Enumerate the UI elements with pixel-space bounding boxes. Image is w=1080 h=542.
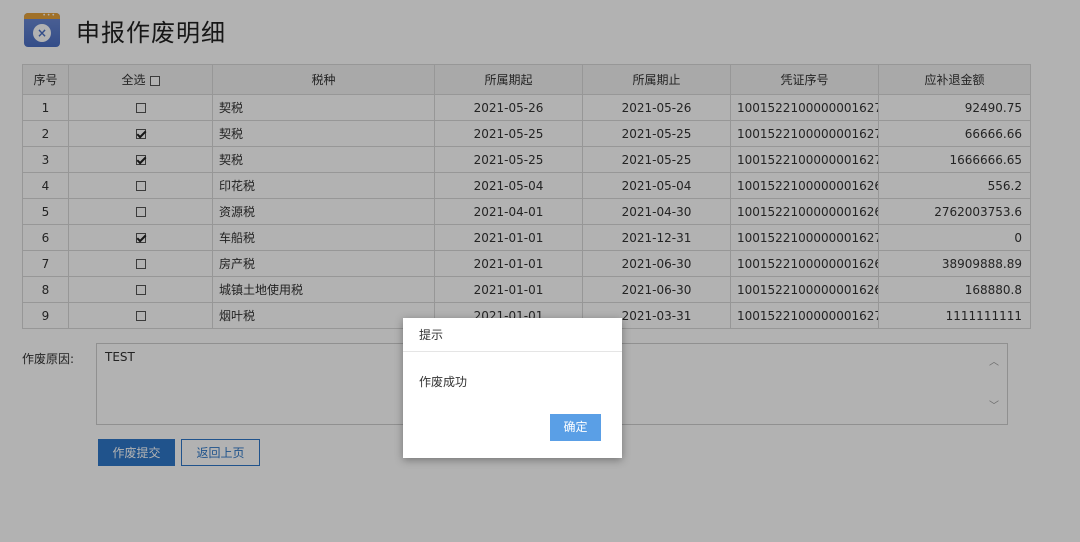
page: ••• × 申报作废明细 序号 全选 税种 所属期起 所属期止 凭证序号 应补退… [0,0,1080,542]
dialog-message: 作废成功 [419,375,468,389]
modal-overlay [0,0,1080,542]
dialog-title: 提示 [403,318,622,352]
alert-dialog: 提示 作废成功 确定 [403,318,622,458]
confirm-button[interactable]: 确定 [550,414,601,441]
